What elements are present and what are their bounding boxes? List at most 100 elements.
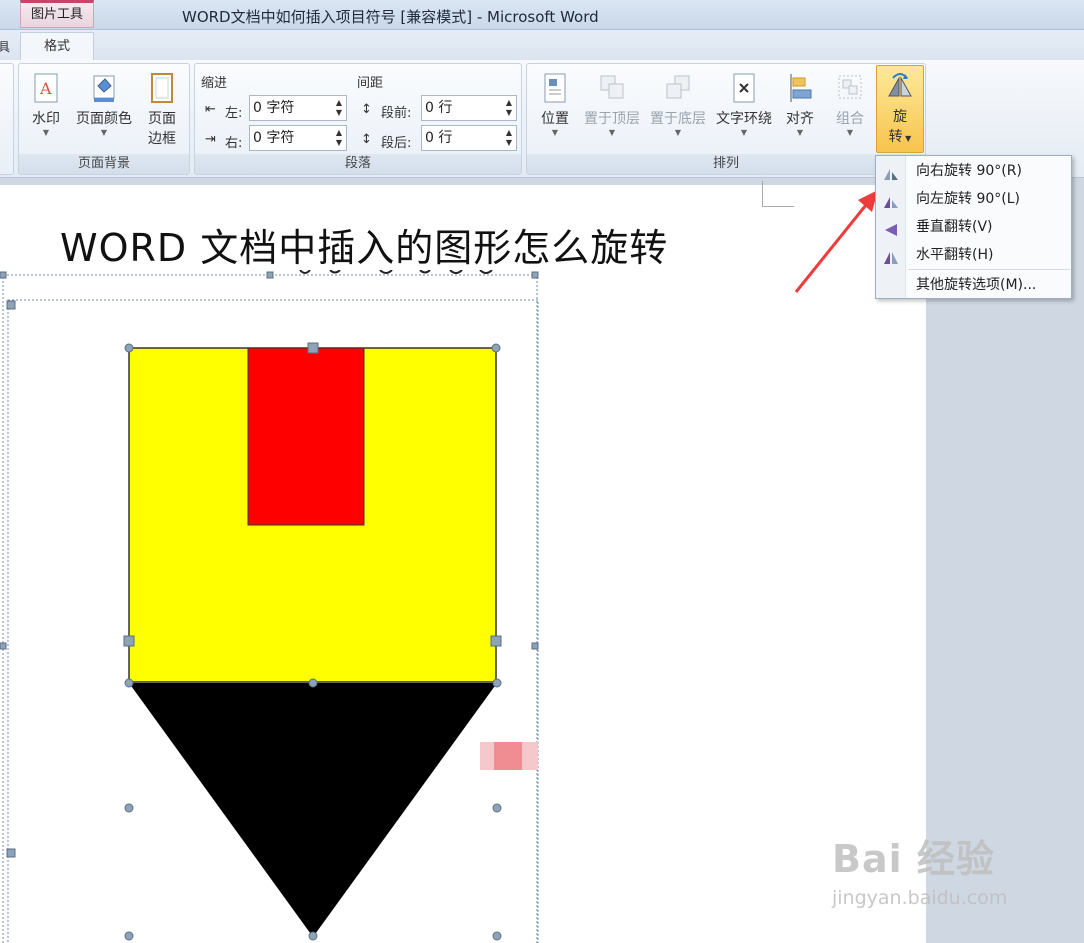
chevron-down-icon: ▼	[608, 128, 616, 137]
baidu-watermark: Bai 经验 jingyan.baidu.com	[832, 828, 1007, 909]
page-border-label-2: 边框	[148, 131, 176, 147]
rotate-label-2: 转	[888, 129, 903, 145]
arrange-group: 位置 ▼ 置于顶层 ▼ 置于底层 ▼ 文字环绕 ▼ 对齐 ▼ 组合 ▼ 排列	[526, 63, 926, 175]
tab-format[interactable]: 格式	[20, 32, 94, 60]
flip-horizontal-icon	[883, 248, 899, 264]
align-label: 对齐	[786, 111, 814, 127]
menu-item-rotate-right[interactable]: 向右旋转 90°(R)	[876, 158, 1071, 184]
flip-vertical-icon	[883, 220, 899, 236]
picture-tools-context-tab[interactable]: 图片工具	[20, 0, 94, 28]
indent-left-icon: ⇤	[205, 102, 216, 117]
rotate-button-content: 旋 转 ▼	[879, 70, 921, 146]
selected-shape-canvas[interactable]	[0, 270, 545, 943]
spinner-arrows-icon[interactable]: ▲ ▼	[336, 128, 342, 148]
page-border-icon	[147, 72, 177, 104]
window-title: WORD文档中如何插入项目符号 [兼容模式] - Microsoft Word	[182, 8, 599, 26]
page-border-label-1: 页面	[148, 111, 176, 127]
align-button[interactable]: 对齐 ▼	[779, 72, 821, 138]
page-background-group: A 水印 ▼ 页面颜色 ▼ 页面 边框 页面背景	[18, 63, 190, 175]
position-button[interactable]: 位置 ▼	[535, 72, 575, 138]
paint-bucket-icon	[89, 72, 119, 104]
menu-item-label: 向右旋转 90°(R)	[916, 163, 1022, 179]
rotate-dropdown-menu: 向右旋转 90°(R) 向左旋转 90°(L) 垂直翻转(V) 水平翻转(H) …	[875, 155, 1072, 299]
menu-separator	[908, 269, 1070, 270]
spacing-before-icon: ↕	[361, 102, 372, 117]
menu-item-label: 其他旋转选项(M)...	[916, 277, 1037, 293]
spacing-after-value: 0 行	[425, 130, 453, 146]
chevron-down-icon: ▼	[100, 128, 108, 137]
document-heading[interactable]: WORD 文档中插入的图形怎么旋转	[60, 217, 668, 272]
wrap-text-button[interactable]: 文字环绕 ▼	[713, 72, 775, 138]
indent-left-field[interactable]: 0 字符 ▲ ▼	[249, 95, 347, 121]
page-background-group-label: 页面背景	[19, 154, 189, 174]
chevron-down-icon: ▼	[42, 128, 50, 137]
watermark-button[interactable]: A 水印 ▼	[25, 72, 67, 138]
bring-to-front-button[interactable]: 置于顶层 ▼	[581, 72, 643, 138]
group-label: 组合	[836, 111, 864, 127]
page-color-button[interactable]: 页面颜色 ▼	[73, 72, 135, 138]
menu-item-label: 向左旋转 90°(L)	[916, 191, 1020, 207]
menu-item-flip-horizontal[interactable]: 水平翻转(H)	[876, 242, 1071, 268]
bring-to-front-icon	[597, 72, 627, 104]
chevron-down-icon: ▼	[796, 128, 804, 137]
page-border-button[interactable]: 页面 边框	[141, 72, 183, 148]
indent-right-icon: ⇥	[205, 132, 216, 147]
rotate-icon	[885, 70, 915, 102]
spacing-after-field[interactable]: 0 行 ▲ ▼	[421, 125, 517, 151]
ribbon-tab-row: 具 格式	[0, 30, 1084, 60]
watermark-brand: Bai 经验	[832, 837, 995, 881]
send-to-back-button[interactable]: 置于底层 ▼	[647, 72, 709, 138]
chevron-down-icon: ▼	[902, 134, 912, 143]
rotate-button[interactable]: 旋 转 ▼	[876, 65, 924, 153]
bring-to-front-label: 置于顶层	[584, 111, 640, 127]
chevron-down-icon: ▼	[740, 128, 748, 137]
ribbon-group-partial	[0, 63, 14, 175]
indent-right-value: 0 字符	[253, 130, 295, 146]
send-to-back-label: 置于底层	[650, 111, 706, 127]
spacing-before-field[interactable]: 0 行 ▲ ▼	[421, 95, 517, 121]
page-color-label: 页面颜色	[76, 111, 132, 127]
paragraph-group-label: 段落	[195, 154, 521, 174]
menu-item-rotate-left[interactable]: 向左旋转 90°(L)	[876, 186, 1071, 212]
wrap-text-icon	[729, 72, 759, 104]
group-icon	[835, 72, 865, 104]
indent-left-label: 左:	[225, 106, 243, 121]
menu-item-flip-vertical[interactable]: 垂直翻转(V)	[876, 214, 1071, 240]
menu-item-more-rotation-options[interactable]: 其他旋转选项(M)...	[876, 272, 1071, 298]
rotate-right-icon	[883, 164, 899, 180]
spacing-before-value: 0 行	[425, 100, 453, 116]
send-to-back-icon	[663, 72, 693, 104]
chevron-down-icon: ▼	[846, 128, 854, 137]
wrap-text-label: 文字环绕	[716, 111, 772, 127]
tab-partial[interactable]: 具	[0, 38, 10, 55]
image-artifact	[494, 742, 522, 770]
indent-left-value: 0 字符	[253, 100, 295, 116]
align-icon	[785, 72, 815, 104]
spacing-after-label: 段后:	[381, 136, 412, 151]
indent-right-label: 右:	[225, 136, 243, 151]
title-bar: 图片工具 WORD文档中如何插入项目符号 [兼容模式] - Microsoft …	[0, 0, 1084, 30]
spinner-arrows-icon[interactable]: ▲ ▼	[336, 98, 342, 118]
spacing-after-icon: ↕	[361, 132, 372, 147]
menu-item-label: 垂直翻转(V)	[916, 219, 993, 235]
group-button[interactable]: 组合 ▼	[829, 72, 871, 138]
arrange-group-label: 排列	[527, 154, 925, 174]
rotate-left-icon	[883, 192, 899, 208]
watermark-url: jingyan.baidu.com	[832, 887, 1008, 909]
black-triangle-shape[interactable]	[129, 683, 497, 937]
chevron-down-icon: ▼	[674, 128, 682, 137]
red-rectangle-shape[interactable]	[247, 347, 365, 526]
position-icon	[540, 72, 570, 104]
position-label: 位置	[541, 111, 569, 127]
svg-text:A: A	[39, 79, 52, 98]
indent-right-field[interactable]: 0 字符 ▲ ▼	[249, 125, 347, 151]
indent-title: 缩进	[201, 76, 228, 91]
spacing-before-label: 段前:	[381, 106, 412, 121]
chevron-down-icon: ▼	[551, 128, 559, 137]
spinner-arrows-icon[interactable]: ▲ ▼	[506, 98, 512, 118]
spinner-arrows-icon[interactable]: ▲ ▼	[506, 128, 512, 148]
spacing-title: 间距	[357, 76, 384, 91]
rotate-label-1: 旋	[893, 109, 907, 125]
paragraph-group: 缩进 间距 ⇤ 左: 0 字符 ▲ ▼ ⇥ 右: 0 字符 ▲ ▼ ↕ 段前: 0 …	[194, 63, 522, 175]
menu-item-label: 水平翻转(H)	[916, 247, 994, 263]
